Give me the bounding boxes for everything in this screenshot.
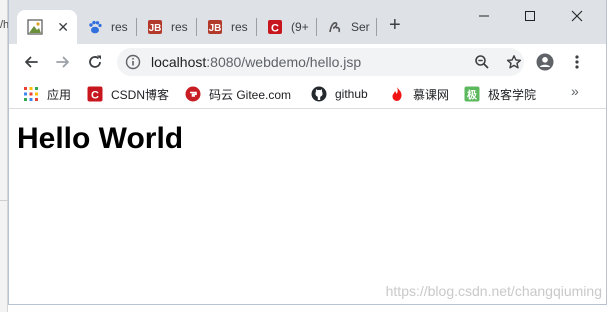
bookmark-star-button[interactable]: [502, 50, 526, 74]
minimize-icon: [479, 15, 489, 17]
baidu-paw-icon: [87, 19, 103, 35]
kebab-menu-icon: [575, 55, 579, 69]
bookmark-label: CSDN博客: [111, 87, 170, 102]
url-path: :8080/webdemo/hello.jsp: [206, 54, 362, 70]
bookmark-csdn[interactable]: C CSDN博客: [87, 85, 169, 103]
tab[interactable]: C (9+: [257, 10, 317, 44]
more-bookmarks-button[interactable]: »: [571, 83, 579, 99]
svg-text:JB: JB: [209, 23, 222, 34]
close-window-button[interactable]: [554, 4, 600, 28]
browser-window: ✕ res JB res JB res C (9+ Ser + localhos…: [8, 0, 607, 305]
forward-button[interactable]: [51, 50, 75, 74]
bookmark-gitee[interactable]: 码云 Gitee.com: [185, 85, 291, 103]
tab-label: (9+: [291, 20, 309, 34]
info-icon[interactable]: [125, 54, 141, 70]
jb-logo-icon: JB: [207, 19, 223, 35]
bookmark-label: 码云 Gitee.com: [209, 87, 292, 102]
close-icon: [571, 10, 583, 22]
csdn-icon: C: [267, 19, 283, 35]
background-divider: [0, 200, 8, 201]
fire-icon: [389, 86, 405, 102]
tab-label: res: [111, 20, 128, 34]
bookmark-label: 应用: [47, 87, 72, 102]
jb-logo-icon: JB: [147, 19, 163, 35]
bookmarks-bar: 应用 C CSDN博客 码云 Gitee.com github 慕课网 极 极客…: [9, 79, 606, 109]
reload-icon: [89, 55, 101, 68]
gitee-icon: [185, 86, 201, 102]
toolbar: localhost:8080/webdemo/hello.jsp: [9, 44, 606, 79]
star-icon: [506, 55, 522, 69]
image-favicon-icon: [27, 19, 43, 35]
tab-strip: ✕ res JB res JB res C (9+ Ser +: [9, 0, 606, 44]
maximize-icon: [525, 11, 535, 21]
minimize-button[interactable]: [461, 4, 507, 28]
apps-grid-icon: [23, 86, 39, 102]
tab[interactable]: Ser: [317, 10, 377, 44]
menu-button[interactable]: [565, 50, 589, 74]
url-text[interactable]: localhost:8080/webdemo/hello.jsp: [151, 54, 361, 70]
bookmark-apps[interactable]: 应用: [23, 85, 71, 103]
tab-label: res: [231, 20, 248, 34]
github-icon: [311, 86, 327, 102]
background-window-text: /h: [0, 19, 8, 31]
new-tab-button[interactable]: +: [389, 15, 401, 35]
background-window: /h: [0, 0, 8, 312]
tab[interactable]: res: [77, 10, 137, 44]
watermark: https://blog.csdn.net/changqiuming: [385, 283, 602, 299]
zoom-out-icon: [475, 55, 489, 69]
svg-text:C: C: [271, 23, 279, 35]
tab[interactable]: JB res: [137, 10, 197, 44]
tab-label: Ser: [351, 20, 370, 34]
svg-text:JB: JB: [149, 23, 162, 34]
page-heading: Hello World: [17, 122, 184, 155]
tab-separator: [376, 18, 377, 36]
bookmark-label: 极客学院: [488, 87, 537, 102]
tab[interactable]: JB res: [197, 10, 257, 44]
svg-text:极: 极: [467, 89, 478, 102]
back-button[interactable]: [19, 50, 43, 74]
account-icon: [536, 53, 554, 71]
bookmark-jikexueyuan[interactable]: 极 极客学院: [464, 85, 536, 103]
bookmark-label: 慕课网: [413, 87, 450, 102]
bookmark-label: github: [335, 87, 368, 101]
script-logo-icon: [327, 19, 343, 35]
arrow-left-icon: [25, 56, 38, 68]
svg-text:C: C: [91, 90, 99, 102]
page-content: Hello World https://blog.csdn.net/changq…: [9, 110, 606, 304]
tab-label: res: [171, 20, 188, 34]
csdn-icon: C: [87, 86, 103, 102]
bookmark-imooc[interactable]: 慕课网: [389, 85, 449, 103]
jike-icon: 极: [464, 86, 480, 102]
address-bar[interactable]: localhost:8080/webdemo/hello.jsp: [117, 48, 524, 76]
maximize-button[interactable]: [507, 4, 553, 28]
tab-active[interactable]: ✕: [17, 10, 77, 44]
profile-button[interactable]: [533, 50, 557, 74]
bookmark-github[interactable]: github: [311, 85, 368, 103]
arrow-right-icon: [56, 56, 69, 68]
zoom-button[interactable]: [470, 50, 494, 74]
url-host: localhost: [151, 54, 207, 70]
reload-button[interactable]: [83, 50, 107, 74]
close-tab-icon[interactable]: ✕: [57, 19, 69, 36]
